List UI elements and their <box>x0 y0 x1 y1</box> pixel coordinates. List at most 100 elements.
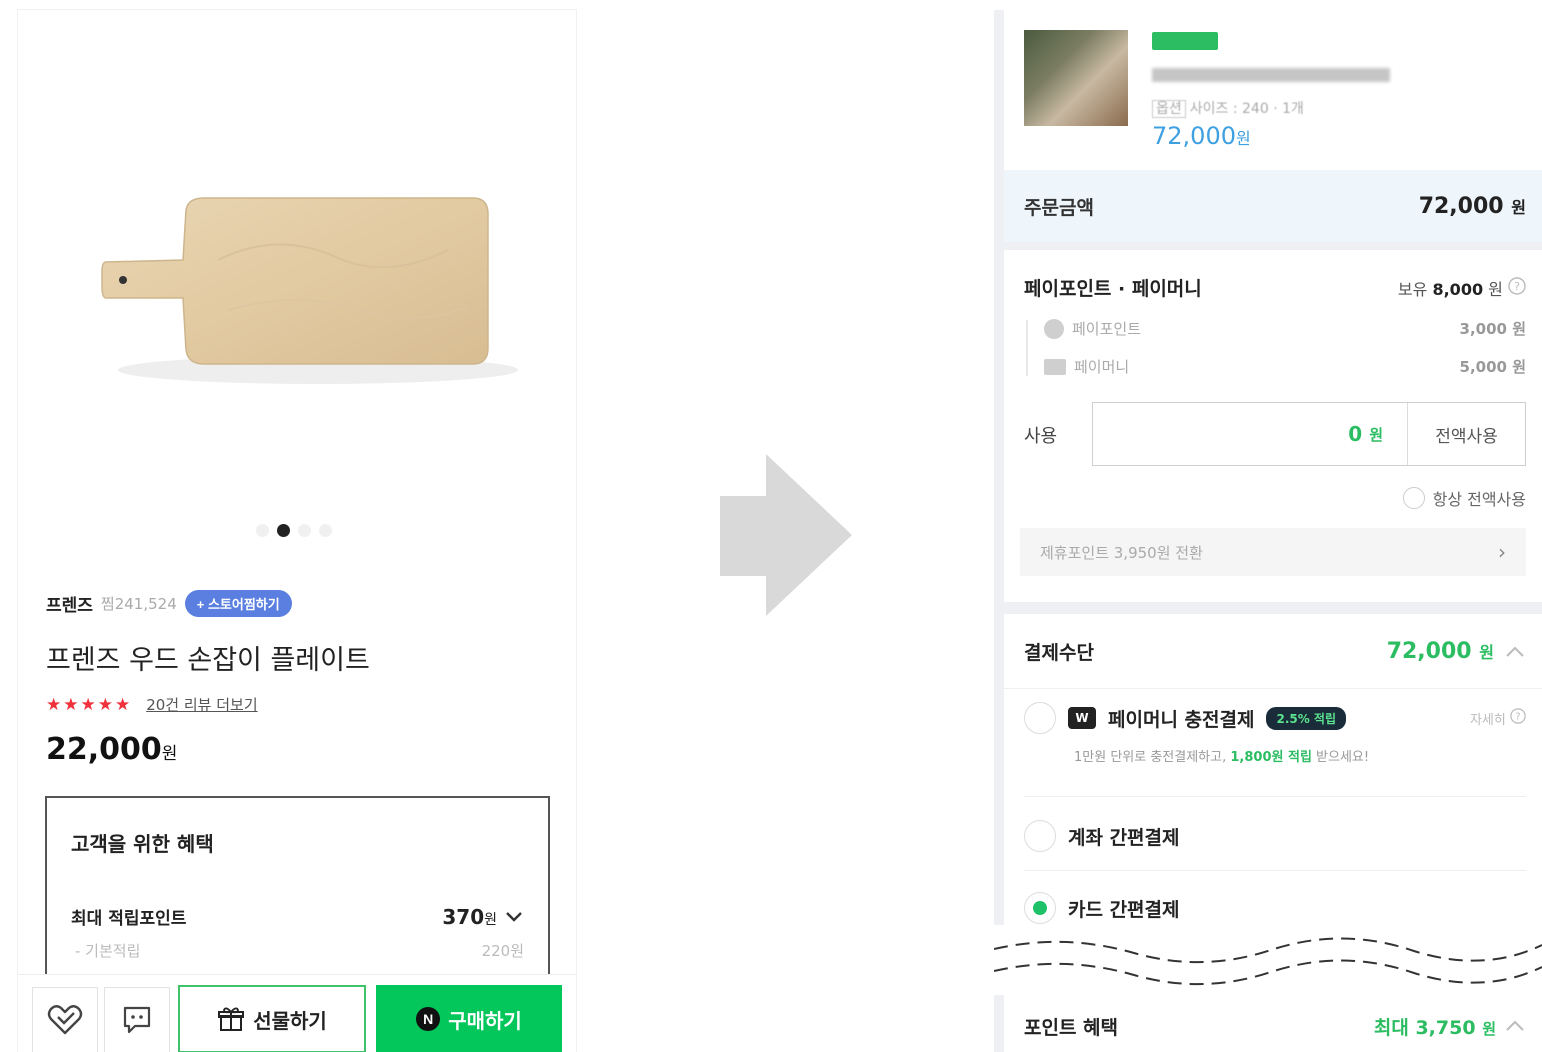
check-circle-icon <box>1402 487 1425 509</box>
pagination-dot[interactable] <box>277 524 290 537</box>
product-image[interactable] <box>18 10 576 510</box>
desc-prefix: 1만원 단위로 충전결제하고, <box>1074 750 1231 765</box>
store-favorite-button[interactable]: + 스토어찜하기 <box>184 590 292 617</box>
product-thumbnail <box>1024 30 1128 126</box>
payment-option-account[interactable]: 계좌 간편결제 <box>1024 820 1526 852</box>
radio-selected-dot <box>1033 901 1047 915</box>
chat-icon <box>123 1006 151 1034</box>
use-currency: 원 <box>1369 425 1383 444</box>
help-icon[interactable]: ? <box>1508 276 1526 295</box>
section-break-wave <box>994 925 1542 995</box>
arrow-right-icon <box>720 454 852 616</box>
points-benefit-title: 포인트 혜택 <box>1024 1016 1119 1039</box>
buy-button[interactable]: N 구매하기 <box>376 985 562 1052</box>
card-pay-label: 카드 간편결제 <box>1068 898 1180 921</box>
radio-paymoney[interactable] <box>1024 702 1056 734</box>
order-total-number: 72,000 <box>1418 193 1504 219</box>
point-use-value[interactable]: 0 원 <box>1093 403 1407 465</box>
pagination-dot[interactable] <box>256 524 269 537</box>
use-all-button[interactable]: 전액사용 <box>1407 403 1525 465</box>
base-point-row: - 기본적립 220원 <box>75 940 524 961</box>
paypoint-title: 페이포인트 · 페이머니 <box>1024 278 1202 300</box>
base-point-label: - 기본적립 <box>75 942 141 960</box>
payment-total-value: 72,000 <box>1386 639 1472 664</box>
paymoney-w-icon: W <box>1068 707 1096 729</box>
paypoint-section: 페이포인트 · 페이머니 보유 8,000 원 ? 페이포인트 3,000 원 … <box>1004 250 1542 602</box>
radio-account[interactable] <box>1024 820 1056 852</box>
brand-name[interactable]: 프렌즈 <box>46 591 93 616</box>
product-name-blurred <box>1152 68 1390 82</box>
reward-rate-badge: 2.5% 적립 <box>1266 706 1347 730</box>
image-pagination-dots[interactable] <box>256 524 332 537</box>
naver-pay-badge <box>1152 32 1218 50</box>
convert-label: 제휴포인트 3,950원 전환 <box>1040 543 1203 562</box>
chevron-up-icon <box>1506 646 1524 657</box>
paymoney-row: 페이머니 5,000 원 <box>1044 356 1526 377</box>
point-use-input[interactable]: 0 원 전액사용 <box>1092 402 1526 466</box>
option-text: 옵션 사이즈 : 240 · 1개 <box>1152 98 1304 118</box>
payment-option-paymoney[interactable]: W 페이머니 충전결제 2.5% 적립 자세히 ? <box>1024 702 1526 734</box>
price-currency: 원 <box>161 744 178 764</box>
help-icon: ? <box>1510 708 1526 724</box>
product-detail-screen: 프렌즈 찜241,524 + 스토어찜하기 프렌즈 우드 손잡이 플레이트 ★★… <box>18 10 576 1052</box>
base-point-value: 220원 <box>481 942 524 960</box>
money-icon <box>1044 358 1066 375</box>
max-point-label: 최대 적립포인트 <box>71 909 187 929</box>
heart-icon <box>47 1005 83 1035</box>
max-point-row[interactable]: 최대 적립포인트 370원 <box>71 904 524 929</box>
points-benefit-section[interactable]: 포인트 혜택 최대 3,750 원 <box>1004 990 1542 1052</box>
points-benefit-currency: 원 <box>1482 1019 1496 1038</box>
payment-title: 결제수단 <box>1024 642 1094 664</box>
divider <box>1024 796 1526 797</box>
gift-label: 선물하기 <box>253 1010 327 1033</box>
naver-pay-icon: N <box>416 1007 441 1031</box>
star-rating: ★★★★★ <box>46 694 133 715</box>
item-price-currency: 원 <box>1235 129 1251 148</box>
always-use-all-label: 항상 전액사용 <box>1432 490 1526 509</box>
paymoney-value: 5,000 원 <box>1459 358 1526 376</box>
point-convert-button[interactable]: 제휴포인트 3,950원 전환 › <box>1020 528 1526 576</box>
paymoney-description: 1만원 단위로 충전결제하고, 1,800원 적립 받으세요! <box>1074 746 1369 765</box>
paypoint-label: 페이포인트 <box>1072 320 1142 338</box>
payment-total-currency: 원 <box>1479 643 1494 662</box>
wishlist-button[interactable] <box>32 987 98 1052</box>
use-number: 0 <box>1348 422 1363 446</box>
hold-value: 8,000 <box>1432 279 1484 299</box>
use-label: 사용 <box>1024 426 1058 447</box>
option-value: 사이즈 : 240 · 1개 <box>1189 101 1304 117</box>
paypoint-row: 페이포인트 3,000 원 <box>1044 318 1526 339</box>
payment-option-card[interactable]: 카드 간편결제 <box>1024 892 1526 924</box>
order-item-section: 옵션 사이즈 : 240 · 1개 72,000원 <box>1004 10 1542 170</box>
chat-button[interactable] <box>104 987 170 1052</box>
points-benefit-value: 최대 3,750 원 <box>1374 1013 1526 1040</box>
gift-icon <box>218 1007 245 1031</box>
gift-button[interactable]: 선물하기 <box>178 985 366 1052</box>
detail-link[interactable]: 자세히 ? <box>1470 708 1526 728</box>
detail-label: 자세히 <box>1469 713 1506 728</box>
order-total-currency: 원 <box>1511 197 1526 217</box>
always-use-all-checkbox[interactable]: 항상 전액사용 <box>1402 486 1526 510</box>
pagination-dot[interactable] <box>319 524 332 537</box>
order-total-bar: 주문금액 72,000 원 <box>1004 170 1542 242</box>
chevron-right-icon: › <box>1498 540 1506 564</box>
bottom-action-bar: 선물하기 N 구매하기 <box>18 974 576 1052</box>
paypoint-indent-line <box>1026 320 1028 376</box>
pagination-dot[interactable] <box>298 524 311 537</box>
review-more-link[interactable]: 20건 리뷰 더보기 <box>146 694 257 715</box>
hold-prefix: 보유 <box>1397 279 1428 299</box>
account-pay-label: 계좌 간편결제 <box>1068 826 1180 849</box>
payment-header[interactable]: 결제수단 72,000 원 <box>1024 638 1526 665</box>
radio-card-selected[interactable] <box>1024 892 1056 924</box>
max-point-number: 370 <box>442 904 485 929</box>
desc-highlight: 1,800원 적립 <box>1230 750 1312 765</box>
option-tag: 옵션 <box>1152 100 1186 118</box>
paypoint-value: 3,000 원 <box>1459 320 1526 338</box>
price-value: 22,000 <box>46 732 162 767</box>
payment-total: 72,000 원 <box>1387 639 1526 664</box>
brand-favorite-count: 찜241,524 <box>100 595 177 613</box>
paypoint-hold: 보유 8,000 원 ? <box>1398 276 1526 300</box>
cutting-board-illustration <box>101 197 518 384</box>
svg-text:?: ? <box>1515 712 1520 723</box>
product-title: 프렌즈 우드 손잡이 플레이트 <box>46 645 370 676</box>
buy-label: 구매하기 <box>448 1010 522 1033</box>
